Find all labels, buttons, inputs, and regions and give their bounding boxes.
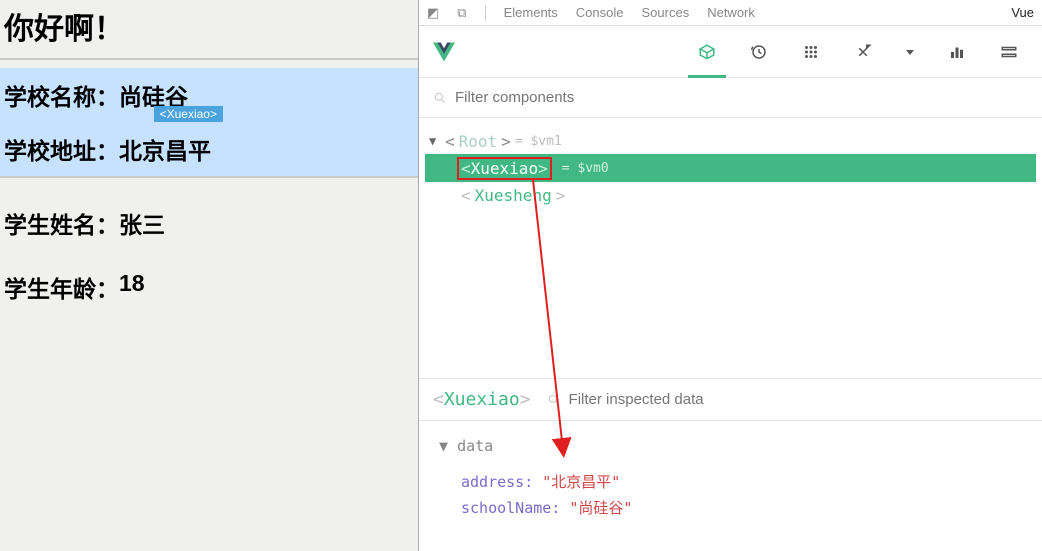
child-comp-name: Xuesheng: [475, 186, 552, 205]
greeting-heading: 你好啊！: [0, 0, 418, 58]
app-preview-panel: 你好啊！ 学校名称： 尚硅谷 <Xuexiao> 学校地址： 北京昌平 学生姓名…: [0, 0, 418, 551]
angle-bracket: >: [520, 389, 531, 410]
data-section-label[interactable]: ▼ data: [439, 437, 1022, 455]
device-toggle-icon[interactable]: ⧉: [457, 5, 466, 21]
search-icon: [433, 91, 447, 105]
selected-component-overlay: 学校名称： 尚硅谷 <Xuexiao> 学校地址： 北京昌平: [0, 68, 418, 176]
component-tree: ▼ <Root> = $vm1 <Xuexiao> = $vm0 <Xueshe…: [419, 118, 1042, 218]
data-row-schoolname[interactable]: schoolName: "尚硅谷": [439, 495, 1022, 521]
tree-child-row[interactable]: <Xuesheng>: [425, 182, 1036, 208]
data-val-schoolname: "尚硅谷": [569, 499, 632, 517]
angle-bracket: >: [538, 159, 548, 178]
tab-console[interactable]: Console: [576, 5, 624, 20]
tree-selected-row[interactable]: <Xuexiao> = $vm0: [425, 154, 1036, 182]
tab-elements[interactable]: Elements: [504, 5, 558, 20]
inspector-filter-input[interactable]: [569, 391, 749, 408]
school-addr-row: 学校地址： 北京昌平: [0, 122, 418, 176]
data-section: ▼ data address: "北京昌平" schoolName: "尚硅谷": [419, 421, 1042, 551]
root-vm: = $vm1: [515, 134, 562, 149]
timeline-icon[interactable]: [748, 41, 770, 63]
school-name-label: 学校名称：: [4, 78, 119, 112]
vue-logo-icon: [433, 41, 455, 63]
settings-icon[interactable]: [998, 41, 1020, 63]
search-icon: [547, 393, 561, 407]
angle-bracket: <: [461, 159, 471, 178]
select-element-icon[interactable]: ◩: [427, 5, 439, 21]
caret-down-icon[interactable]: ▼: [429, 134, 441, 148]
component-filter-row: [419, 78, 1042, 118]
component-filter-input[interactable]: [455, 89, 1028, 106]
tab-sources[interactable]: Sources: [642, 5, 690, 20]
inspector-panel: <Xuexiao> ▼ data address: "北京昌平" schoolN…: [419, 378, 1042, 551]
student-age-value: 18: [119, 270, 145, 304]
angle-bracket: <: [433, 389, 444, 410]
tree-root-row[interactable]: ▼ <Root> = $vm1: [425, 128, 1036, 154]
student-name-label: 学生姓名：: [4, 206, 119, 240]
tab-network[interactable]: Network: [707, 5, 755, 20]
chevron-down-icon[interactable]: [904, 41, 916, 63]
inspector-header: <Xuexiao>: [419, 379, 1042, 421]
school-addr-label: 学校地址：: [4, 132, 119, 166]
component-overlay-tag: <Xuexiao>: [154, 106, 223, 122]
angle-bracket: >: [501, 132, 511, 151]
components-tab-icon[interactable]: [696, 41, 718, 63]
data-val-address: "北京昌平": [542, 473, 620, 491]
student-name-value: 张三: [119, 206, 165, 240]
selected-vm: = $vm0: [562, 161, 609, 176]
angle-bracket: <: [461, 186, 471, 205]
selected-comp-name: Xuexiao: [471, 159, 538, 178]
angle-bracket: <: [445, 132, 455, 151]
root-name: Root: [459, 132, 498, 151]
inspector-filter: [547, 391, 749, 408]
divider: [0, 58, 418, 60]
inspected-component-name: <Xuexiao>: [433, 389, 531, 410]
vue-devtools-nav: [696, 41, 1028, 63]
student-age-row: 学生年龄： 18: [0, 260, 418, 314]
divider: [485, 5, 486, 21]
performance-icon[interactable]: [946, 41, 968, 63]
gap: [419, 218, 1042, 378]
divider: [0, 176, 418, 178]
routes-icon[interactable]: [852, 41, 874, 63]
vue-devtools-header: [419, 26, 1042, 78]
student-block: 学生姓名： 张三 学生年龄： 18: [0, 196, 418, 314]
student-age-label: 学生年龄：: [4, 270, 119, 304]
data-key-address: address:: [461, 473, 533, 491]
data-row-address[interactable]: address: "北京昌平": [439, 469, 1022, 495]
devtools-panel: ◩ ⧉ Elements Console Sources Network Vue: [418, 0, 1042, 551]
data-key-schoolname: schoolName:: [461, 499, 560, 517]
student-name-row: 学生姓名： 张三: [0, 196, 418, 250]
devtools-tab-bar: ◩ ⧉ Elements Console Sources Network Vue: [419, 0, 1042, 26]
grid-icon[interactable]: [800, 41, 822, 63]
school-addr-value: 北京昌平: [119, 132, 211, 166]
tab-vue[interactable]: Vue: [1011, 5, 1034, 20]
angle-bracket: >: [556, 186, 566, 205]
